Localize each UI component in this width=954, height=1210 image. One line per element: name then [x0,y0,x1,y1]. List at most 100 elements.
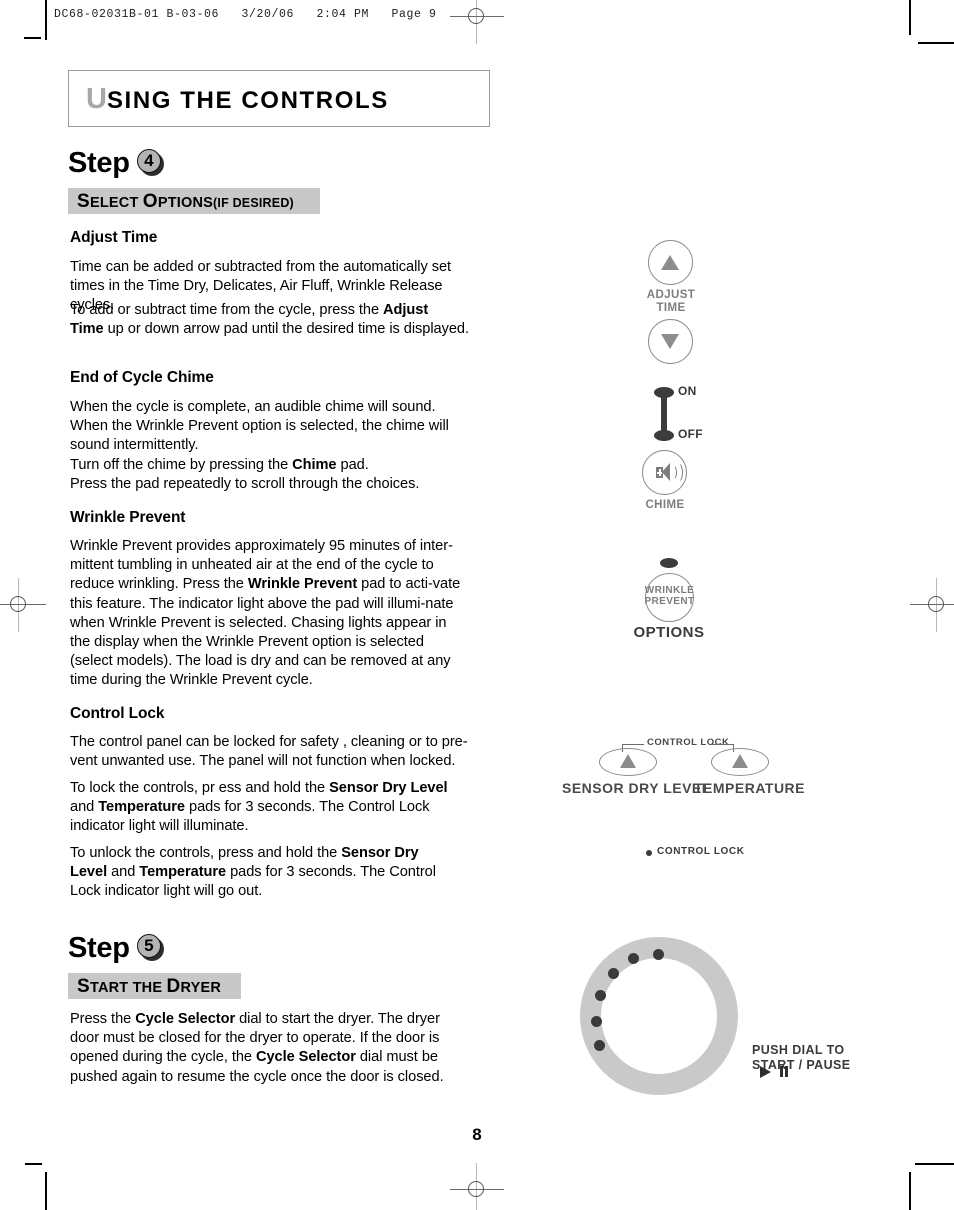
paragraph-wrinkle-prevent: Wrinkle Prevent provides approximately 9… [70,537,468,691]
play-icon [760,1066,771,1078]
dial-dot [608,968,619,979]
wp-pad-line2: PREVENT [644,596,695,607]
cl-p3-pre: To unlock the controls, press and hold t… [70,845,342,861]
crop-mark-top-right-horizontal [918,42,954,44]
illustration-control-lock: CONTROL LOCK SENSOR DRY LEVEL TEMPERATUR… [560,732,820,872]
wp-bold: Wrinkle Prevent [247,576,358,593]
band-paren: (IF DESIRED) [213,196,294,210]
step5-pre: Press the [70,1011,136,1027]
wrinkle-prevent-indicator-dot [660,558,678,568]
step-5-number: 5 [136,934,161,958]
section-band-select-options: SELECT OPTIONS(IF DESIRED) [68,188,320,214]
step5-bold-1: Cycle Selector [135,1011,236,1027]
crop-mark-top-right-vertical [909,0,911,35]
dial-dot [653,949,664,960]
adjust-time-p2-post: up or down arrow pad until the desired t… [103,321,469,338]
control-lock-indicator-dot [646,850,652,856]
sensor-dry-level-label: SENSOR DRY LEVEL [562,780,711,796]
cl-p2-pre: To lock the controls, pr ess and hold th… [70,780,330,796]
chime-indicator-stem [661,396,667,434]
band5-cap-2: D [166,976,181,997]
band-cap-1: S [77,191,90,212]
arrow-down-icon [661,334,679,349]
paragraph-control-lock-3: To unlock the controls, press and hold t… [70,844,440,902]
band-small-1: ELECT [89,195,143,211]
cl-p2-bold-2: Temperature [98,799,185,816]
illustration-options: WRINKLE PREVENT OPTIONS [620,556,750,646]
crop-mark-bottom-right-horizontal [915,1163,954,1165]
adjust-time-line-1: Time can be added or subtracted from the… [70,259,452,275]
dial-dot [628,953,639,964]
chime-line-2: When the Wrinkle Prevent option is selec… [70,418,449,435]
band5-small-1: TART THE [89,980,167,996]
paragraph-control-lock-2: To lock the controls, pr ess and hold th… [70,779,462,837]
pause-icon [780,1066,783,1077]
crop-mark-bottom-left-horizontal [25,1163,42,1165]
paragraph-start-the-dryer: Press the Cycle Selector dial to start t… [70,1010,470,1087]
wp-pad-line1: WRINKLE [644,585,695,596]
adjust-time-p2-bold-2: Time [70,321,104,338]
illustration-adjust-time: ADJUST TIME [620,232,740,364]
chime-line-5: Press the pad repeatedly to scroll throu… [70,475,420,492]
step-5-label: Step [68,932,130,964]
chime-line-1: When the cycle is complete, an audible c… [70,399,436,415]
band5-small-2: RYER [180,980,222,996]
manual-page: DC68-02031B-01 B-03-06 3/20/06 2:04 PM P… [0,0,954,1210]
subheading-adjust-time: Adjust Time [70,229,158,246]
band5-cap-1: S [77,976,90,997]
adjust-time-p2-bold-1: Adjust [383,302,429,318]
illustration-chime: ON OFF CHIME [630,382,760,511]
options-label: OPTIONS [633,624,705,641]
dial-dot [595,990,606,1001]
registration-mark-top [450,0,504,44]
band-small-2: PTIONS [157,195,214,211]
cl-p2-bold-1: Sensor Dry Level [329,780,448,796]
wp-post: pad to acti-vate this feature. The indic… [70,576,461,689]
crop-mark-top-left-horizontal [24,37,41,39]
dial-dot [594,1040,605,1051]
step-4-label: Step [68,147,130,179]
chime-on-label: ON [678,384,697,398]
step-4-number: 4 [136,149,161,173]
control-lock-indicator-label: CONTROL LOCK [657,846,745,857]
step5-bold-2: Cycle Selector [255,1049,356,1066]
chime-off-indicator-dot [654,430,674,441]
section-band-start-the-dryer: START THE DRYER [68,973,241,999]
registration-mark-left [0,578,46,632]
page-title: USING THE CONTROLS [86,83,389,116]
page-number: 8 [472,1125,482,1144]
step-5-number-badge: 5 [136,934,164,961]
subheading-control-lock: Control Lock [70,705,165,722]
crop-mark-bottom-right-vertical [909,1172,911,1210]
chime-off-label: OFF [678,427,703,441]
cycle-selector-dial[interactable] [580,937,738,1095]
chime-line-4-post: pad. [336,456,369,473]
chime-line-3: sound intermittently. [70,437,199,454]
band-cap-2: O [142,191,158,212]
paragraph-control-lock-1: The control panel can be locked for safe… [70,734,468,770]
cl-p3-mid: and [107,864,140,881]
adjust-time-label: ADJUST TIME [631,289,711,314]
step-4-heading: Step 4 [68,147,164,180]
cl-p2-mid: and [70,799,99,816]
sensor-dry-level-arrow-up-icon [620,754,636,768]
pause-icon [785,1066,788,1077]
title-rest: SING THE CONTROLS [106,87,389,114]
temperature-arrow-up-icon [732,754,748,768]
dial-dot [591,1016,602,1027]
chime-line-4-bold: Chime [292,456,337,473]
control-lock-bracket-label: CONTROL LOCK [647,737,730,748]
adjust-time-p2-pre: To add or subtract time from the cycle, … [70,302,384,318]
subheading-wrinkle-prevent: Wrinkle Prevent [70,509,186,526]
chime-line-4-pre: Turn off the chime by pressing the [70,456,293,473]
title-drop-cap: U [86,83,107,115]
adjust-time-label-line2: TIME [656,301,686,314]
illustration-cycle-selector-dial: PUSH DIAL TO START / PAUSE [570,935,860,1100]
chapter-title-box: USING THE CONTROLS [68,70,490,127]
step-5-heading: Step 5 [68,932,164,965]
cl-p3-bold-2: Temperature [139,864,227,881]
subheading-end-of-cycle-chime: End of Cycle Chime [70,369,214,386]
dial-line-1: PUSH DIAL TO [752,1043,845,1057]
registration-mark-bottom [450,1163,504,1210]
arrow-up-icon [661,255,679,270]
